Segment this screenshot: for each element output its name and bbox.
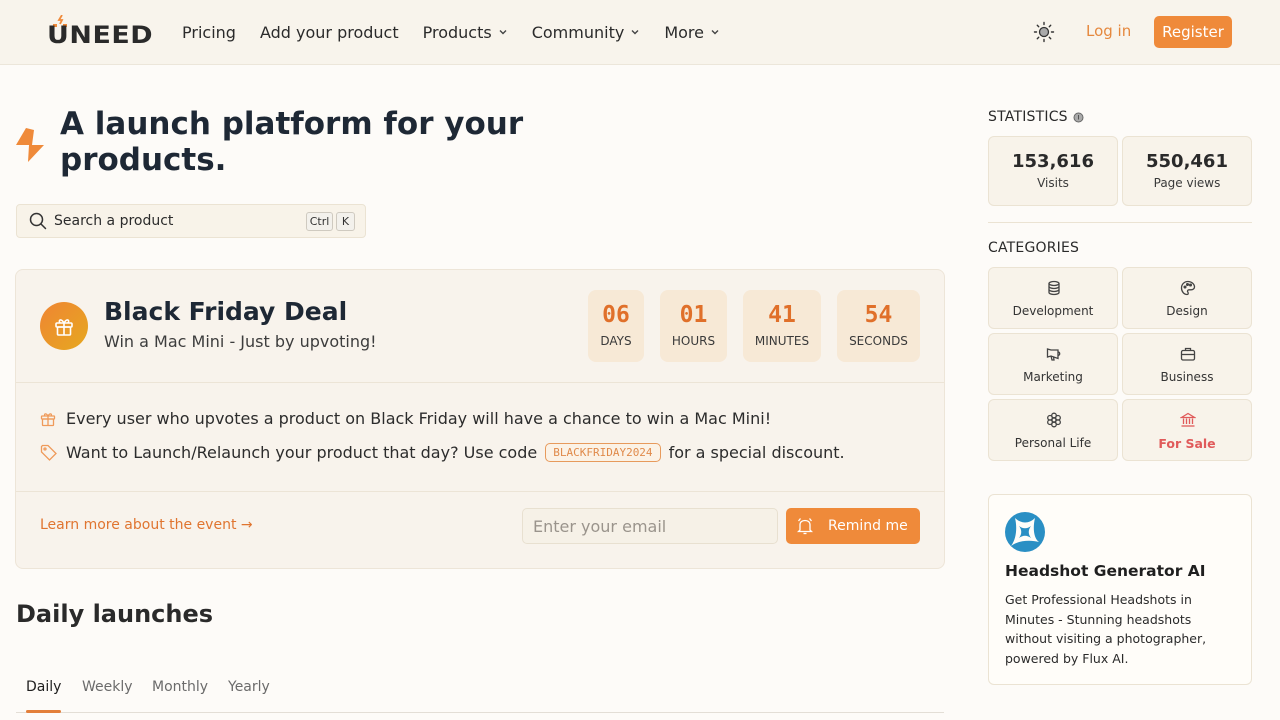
statistics-heading: STATISTICS (988, 109, 1084, 125)
tag-icon (40, 444, 57, 461)
stat-value: 550,461 (1146, 151, 1228, 172)
nav-more[interactable]: More (664, 20, 720, 44)
countdown-hours: 01 HOURS (660, 290, 727, 362)
category-marketing[interactable]: Marketing (988, 333, 1118, 395)
deal-subtitle: Win a Mac Mini - Just by upvoting! (104, 332, 377, 351)
headshot-generator-logo (1005, 512, 1045, 552)
category-personal-life[interactable]: Personal Life (988, 399, 1118, 461)
promo-description: Get Professional Headshots in Minutes - … (1005, 592, 1207, 666)
divider (16, 491, 944, 492)
sun-icon[interactable] (1033, 21, 1055, 43)
nav-label: More (664, 22, 704, 42)
kbd-k: K (336, 212, 355, 231)
chevron-down-icon (499, 30, 507, 35)
category-label: Development (1012, 304, 1094, 318)
category-design[interactable]: Design (1122, 267, 1252, 329)
active-tab-indicator (26, 710, 61, 713)
deal-code-text: Want to Launch/Relaunch your product tha… (66, 443, 538, 462)
divider (988, 222, 1252, 223)
top-navbar: UNEED Pricing Add your product Products … (0, 0, 1280, 65)
nav-label: Community (531, 22, 625, 42)
nav-label: Pricing (182, 22, 236, 42)
deal-info-line: Every user who upvotes a product on Blac… (40, 409, 771, 428)
database-icon (1048, 280, 1060, 296)
flower-icon (1047, 412, 1061, 428)
register-button[interactable]: Register (1154, 16, 1232, 48)
divider (16, 382, 944, 383)
palette-icon (1180, 280, 1196, 296)
countdown-label: DAYS (600, 334, 632, 348)
search-placeholder: Search a product (54, 213, 174, 229)
countdown-days: 06 DAYS (588, 290, 644, 362)
chevron-down-icon (631, 30, 639, 35)
deal-code-text-after: for a special discount. (668, 443, 845, 462)
stat-page-views: 550,461 Page views (1122, 136, 1252, 206)
countdown-minutes: 41 MINUTES (743, 290, 821, 362)
login-link[interactable]: Log in (1086, 22, 1131, 40)
category-label: Marketing (1023, 370, 1083, 384)
black-friday-card: Black Friday Deal Win a Mac Mini - Just … (15, 269, 945, 569)
promo-title: Headshot Generator AI (1005, 562, 1206, 580)
deal-title: Black Friday Deal (104, 297, 348, 326)
tab-monthly[interactable]: Monthly (152, 679, 208, 695)
sponsored-product-card[interactable]: Headshot Generator AI Get Professional H… (988, 494, 1252, 685)
category-label: Personal Life (1014, 436, 1092, 450)
email-input[interactable] (522, 508, 778, 544)
nav-community[interactable]: Community (532, 20, 641, 44)
deal-info-text: Every user who upvotes a product on Blac… (66, 409, 772, 428)
nav-pricing[interactable]: Pricing (182, 20, 236, 44)
countdown-label: HOURS (671, 334, 716, 348)
lightning-icon (16, 128, 44, 162)
main-nav: Pricing Add your product Products Commun… (182, 20, 744, 44)
nav-label: Add your product (259, 22, 399, 42)
search-input[interactable]: Search a product Ctrl K (16, 204, 366, 238)
categories-heading: CATEGORIES (988, 240, 1080, 256)
gift-badge (40, 302, 88, 350)
remind-me-label: Remind me (828, 518, 908, 534)
tab-daily[interactable]: Daily (26, 679, 61, 695)
info-icon[interactable] (1073, 112, 1084, 123)
gift-icon (40, 412, 56, 426)
section-title: Daily launches (16, 600, 214, 628)
countdown-label: MINUTES (754, 334, 810, 348)
category-for-sale[interactable]: For Sale (1122, 399, 1252, 461)
countdown-value: 06 (602, 302, 630, 328)
category-label: Design (1166, 304, 1208, 318)
countdown-value: 01 (679, 302, 708, 328)
category-business[interactable]: Business (1122, 333, 1252, 395)
uneed-logo[interactable]: UNEED (47, 15, 153, 47)
stat-value: 153,616 (1012, 151, 1094, 172)
tab-weekly[interactable]: Weekly (82, 679, 133, 695)
megaphone-icon (1046, 348, 1061, 361)
stat-label: Page views (1153, 176, 1221, 190)
search-icon (29, 212, 47, 230)
statistics-heading-text: STATISTICS (988, 109, 1068, 125)
gift-icon (55, 319, 73, 336)
kbd-ctrl: Ctrl (306, 212, 333, 231)
alarm-bell-icon (797, 518, 813, 535)
stat-visits: 153,616 Visits (988, 136, 1118, 206)
nav-add-product[interactable]: Add your product (260, 20, 399, 44)
logo-text: UNEED (47, 21, 154, 49)
briefcase-icon (1180, 347, 1196, 361)
stat-label: Visits (1037, 176, 1069, 190)
countdown-label: SECONDS (849, 334, 908, 348)
countdown-value: 54 (864, 302, 893, 328)
category-development[interactable]: Development (988, 267, 1118, 329)
countdown-value: 41 (768, 302, 796, 328)
category-label: Business (1160, 370, 1214, 384)
bank-icon (1180, 412, 1196, 427)
page-title: A launch platform for your products. (60, 106, 524, 178)
learn-more-link[interactable]: Learn more about the event → (40, 517, 253, 533)
remind-me-button[interactable]: Remind me (786, 508, 920, 544)
nav-label: Products (422, 22, 492, 42)
tab-yearly[interactable]: Yearly (228, 679, 270, 695)
promo-code-badge[interactable]: BLACKFRIDAY2024 (545, 443, 661, 462)
nav-products[interactable]: Products (423, 20, 508, 44)
category-label: For Sale (1158, 436, 1216, 451)
launch-period-tabs: Daily Weekly Monthly Yearly (16, 672, 944, 713)
chevron-down-icon (711, 30, 719, 35)
deal-code-line: Want to Launch/Relaunch your product tha… (40, 443, 845, 462)
countdown-seconds: 54 SECONDS (837, 290, 920, 362)
